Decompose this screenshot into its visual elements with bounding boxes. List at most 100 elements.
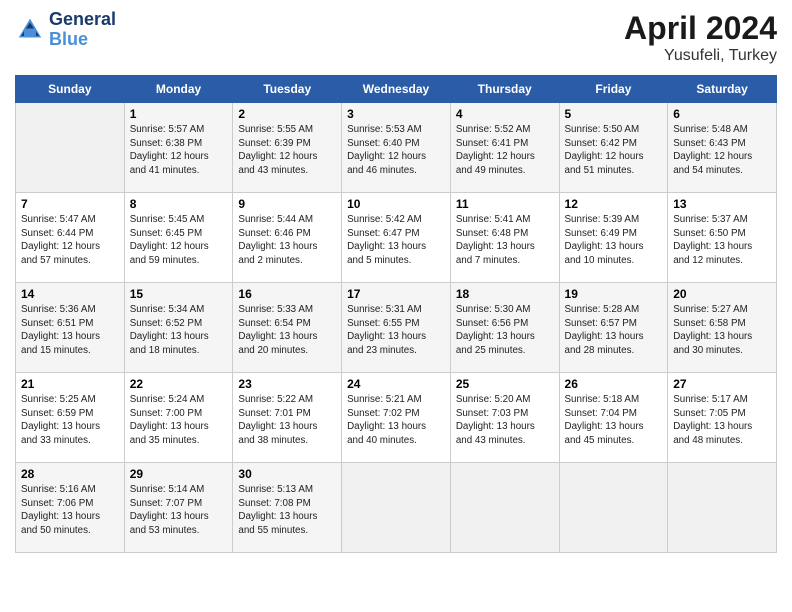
calendar-cell: 13 Sunrise: 5:37 AMSunset: 6:50 PMDayligh… <box>668 193 777 283</box>
day-info: Sunrise: 5:30 AMSunset: 6:56 PMDaylight:… <box>456 303 554 358</box>
calendar-cell <box>668 463 777 553</box>
day-number: 4 <box>456 107 554 121</box>
calendar-cell: 11 Sunrise: 5:41 AMSunset: 6:48 PMDayligh… <box>450 193 559 283</box>
day-number: 23 <box>238 377 336 391</box>
day-info: Sunrise: 5:42 AMSunset: 6:47 PMDaylight:… <box>347 213 445 268</box>
day-info: Sunrise: 5:48 AMSunset: 6:43 PMDaylight:… <box>673 123 771 178</box>
day-info: Sunrise: 5:33 AMSunset: 6:54 PMDaylight:… <box>238 303 336 358</box>
day-number: 20 <box>673 287 771 301</box>
day-info: Sunrise: 5:36 AMSunset: 6:51 PMDaylight:… <box>21 303 119 358</box>
calendar-cell: 30Sunrise: 5:13 AMSunset: 7:08 PMDayligh… <box>233 463 342 553</box>
day-info: Sunrise: 5:17 AMSunset: 7:05 PMDaylight:… <box>673 393 771 448</box>
calendar-cell: 1 Sunrise: 5:57 AMSunset: 6:38 PMDaylight… <box>124 103 233 193</box>
day-info: Sunrise: 5:41 AMSunset: 6:48 PMDaylight:… <box>456 213 554 268</box>
logo-icon <box>15 15 45 45</box>
day-info: Sunrise: 5:44 AMSunset: 6:46 PMDaylight:… <box>238 213 336 268</box>
day-number: 5 <box>565 107 663 121</box>
day-number: 10 <box>347 197 445 211</box>
day-info: Sunrise: 5:22 AMSunset: 7:01 PMDaylight:… <box>238 393 336 448</box>
day-number: 16 <box>238 287 336 301</box>
calendar-body: 1 Sunrise: 5:57 AMSunset: 6:38 PMDaylight… <box>16 103 777 553</box>
calendar-cell: 8 Sunrise: 5:45 AMSunset: 6:45 PMDaylight… <box>124 193 233 283</box>
day-info: Sunrise: 5:18 AMSunset: 7:04 PMDaylight:… <box>565 393 663 448</box>
day-info: Sunrise: 5:53 AMSunset: 6:40 PMDaylight:… <box>347 123 445 178</box>
day-info: Sunrise: 5:37 AMSunset: 6:50 PMDaylight:… <box>673 213 771 268</box>
calendar-cell: 3 Sunrise: 5:53 AMSunset: 6:40 PMDaylight… <box>342 103 451 193</box>
day-info: Sunrise: 5:21 AMSunset: 7:02 PMDaylight:… <box>347 393 445 448</box>
day-info: Sunrise: 5:34 AMSunset: 6:52 PMDaylight:… <box>130 303 228 358</box>
calendar-cell: 14 Sunrise: 5:36 AMSunset: 6:51 PMDayligh… <box>16 283 125 373</box>
page-header: General Blue April 2024 Yusufeli, Turkey <box>15 10 777 65</box>
day-info: Sunrise: 5:13 AMSunset: 7:08 PMDaylight:… <box>238 483 336 538</box>
day-number: 28 <box>21 467 119 481</box>
day-info: Sunrise: 5:31 AMSunset: 6:55 PMDaylight:… <box>347 303 445 358</box>
week-row-5: 28 Sunrise: 5:16 AMSunset: 7:06 PMDayligh… <box>16 463 777 553</box>
weekday-header-row: SundayMondayTuesdayWednesdayThursdayFrid… <box>16 76 777 103</box>
day-number: 13 <box>673 197 771 211</box>
weekday-header-monday: Monday <box>124 76 233 103</box>
day-info: Sunrise: 5:50 AMSunset: 6:42 PMDaylight:… <box>565 123 663 178</box>
calendar-cell: 22Sunrise: 5:24 AMSunset: 7:00 PMDayligh… <box>124 373 233 463</box>
weekday-header-tuesday: Tuesday <box>233 76 342 103</box>
calendar-cell: 19 Sunrise: 5:28 AMSunset: 6:57 PMDayligh… <box>559 283 668 373</box>
day-number: 9 <box>238 197 336 211</box>
week-row-1: 1 Sunrise: 5:57 AMSunset: 6:38 PMDaylight… <box>16 103 777 193</box>
day-number: 18 <box>456 287 554 301</box>
calendar-cell: 9 Sunrise: 5:44 AMSunset: 6:46 PMDaylight… <box>233 193 342 283</box>
day-info: Sunrise: 5:16 AMSunset: 7:06 PMDaylight:… <box>21 483 119 538</box>
day-info: Sunrise: 5:28 AMSunset: 6:57 PMDaylight:… <box>565 303 663 358</box>
location: Yusufeli, Turkey <box>624 47 777 65</box>
calendar-cell: 18 Sunrise: 5:30 AMSunset: 6:56 PMDayligh… <box>450 283 559 373</box>
calendar-cell: 2Sunrise: 5:55 AMSunset: 6:39 PMDaylight… <box>233 103 342 193</box>
day-number: 8 <box>130 197 228 211</box>
day-number: 27 <box>673 377 771 391</box>
calendar-cell: 28 Sunrise: 5:16 AMSunset: 7:06 PMDayligh… <box>16 463 125 553</box>
day-info: Sunrise: 5:45 AMSunset: 6:45 PMDaylight:… <box>130 213 228 268</box>
calendar-cell: 29 Sunrise: 5:14 AMSunset: 7:07 PMDayligh… <box>124 463 233 553</box>
calendar-cell: 5 Sunrise: 5:50 AMSunset: 6:42 PMDaylight… <box>559 103 668 193</box>
calendar-cell: 10 Sunrise: 5:42 AMSunset: 6:47 PMDayligh… <box>342 193 451 283</box>
calendar-cell <box>342 463 451 553</box>
calendar-cell: 26Sunrise: 5:18 AMSunset: 7:04 PMDayligh… <box>559 373 668 463</box>
day-number: 7 <box>21 197 119 211</box>
calendar-cell: 27 Sunrise: 5:17 AMSunset: 7:05 PMDayligh… <box>668 373 777 463</box>
weekday-header-friday: Friday <box>559 76 668 103</box>
day-info: Sunrise: 5:57 AMSunset: 6:38 PMDaylight:… <box>130 123 228 178</box>
day-number: 25 <box>456 377 554 391</box>
day-number: 24 <box>347 377 445 391</box>
day-info: Sunrise: 5:52 AMSunset: 6:41 PMDaylight:… <box>456 123 554 178</box>
calendar-cell <box>16 103 125 193</box>
weekday-header-saturday: Saturday <box>668 76 777 103</box>
calendar-cell: 16 Sunrise: 5:33 AMSunset: 6:54 PMDayligh… <box>233 283 342 373</box>
day-number: 12 <box>565 197 663 211</box>
day-number: 29 <box>130 467 228 481</box>
day-number: 1 <box>130 107 228 121</box>
calendar-cell: 24 Sunrise: 5:21 AMSunset: 7:02 PMDayligh… <box>342 373 451 463</box>
calendar-cell: 6 Sunrise: 5:48 AMSunset: 6:43 PMDaylight… <box>668 103 777 193</box>
day-number: 14 <box>21 287 119 301</box>
calendar-cell <box>450 463 559 553</box>
day-number: 3 <box>347 107 445 121</box>
day-info: Sunrise: 5:39 AMSunset: 6:49 PMDaylight:… <box>565 213 663 268</box>
day-number: 11 <box>456 197 554 211</box>
calendar-cell: 12 Sunrise: 5:39 AMSunset: 6:49 PMDayligh… <box>559 193 668 283</box>
calendar-cell: 21Sunrise: 5:25 AMSunset: 6:59 PMDayligh… <box>16 373 125 463</box>
day-info: Sunrise: 5:25 AMSunset: 6:59 PMDaylight:… <box>21 393 119 448</box>
logo: General Blue <box>15 10 116 50</box>
day-number: 19 <box>565 287 663 301</box>
week-row-4: 21Sunrise: 5:25 AMSunset: 6:59 PMDayligh… <box>16 373 777 463</box>
calendar-cell: 7Sunrise: 5:47 AMSunset: 6:44 PMDaylight… <box>16 193 125 283</box>
weekday-header-thursday: Thursday <box>450 76 559 103</box>
title-block: April 2024 Yusufeli, Turkey <box>624 10 777 65</box>
week-row-3: 14 Sunrise: 5:36 AMSunset: 6:51 PMDayligh… <box>16 283 777 373</box>
day-number: 2 <box>238 107 336 121</box>
day-number: 6 <box>673 107 771 121</box>
day-info: Sunrise: 5:20 AMSunset: 7:03 PMDaylight:… <box>456 393 554 448</box>
weekday-header-wednesday: Wednesday <box>342 76 451 103</box>
day-number: 22 <box>130 377 228 391</box>
logo-line1: General <box>49 10 116 30</box>
day-info: Sunrise: 5:14 AMSunset: 7:07 PMDaylight:… <box>130 483 228 538</box>
calendar-cell: 4 Sunrise: 5:52 AMSunset: 6:41 PMDaylight… <box>450 103 559 193</box>
logo-line2: Blue <box>49 30 116 50</box>
weekday-header-sunday: Sunday <box>16 76 125 103</box>
